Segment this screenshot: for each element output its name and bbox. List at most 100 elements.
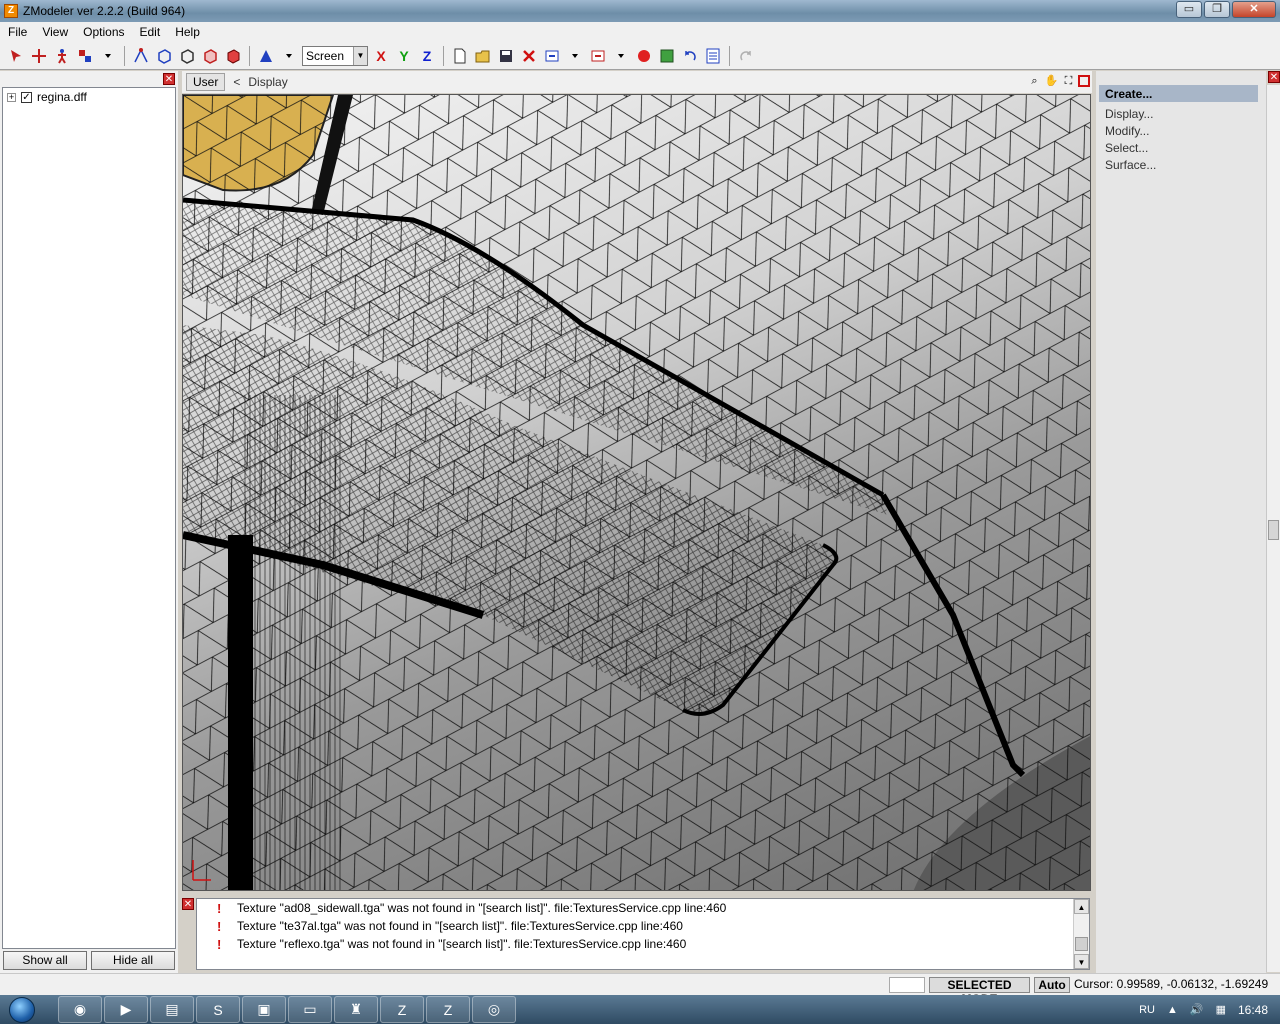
menu-edit[interactable]: Edit — [132, 25, 168, 39]
select-tool-icon[interactable] — [6, 46, 26, 66]
window-app-icon[interactable]: ▣ — [242, 996, 286, 1023]
command-create[interactable]: Create... — [1099, 85, 1258, 102]
dropdown-arrow-icon[interactable] — [279, 46, 299, 66]
render-sphere-icon[interactable] — [634, 46, 654, 66]
dropdown-arrow-icon[interactable] — [611, 46, 631, 66]
folder-icon[interactable]: ▤ — [150, 996, 194, 1023]
axis-x-toggle[interactable]: X — [371, 46, 391, 66]
scene-tree: + ✓ regina.dff — [2, 87, 176, 949]
scroll-down-icon[interactable]: ▼ — [1074, 954, 1089, 969]
warning-icon: ! — [217, 936, 222, 952]
axis-z-toggle[interactable]: Z — [417, 46, 437, 66]
menu-help[interactable]: Help — [167, 25, 207, 39]
pan-hand-icon[interactable]: ✋ — [1044, 74, 1059, 89]
utility-app-icon[interactable]: ♜ — [334, 996, 378, 1023]
viewport-title: Display — [248, 75, 288, 89]
status-bar: SELECTED MODE Auto Cursor: 0.99589, -0.0… — [0, 973, 1280, 1006]
delete-icon[interactable] — [519, 46, 539, 66]
maximize-viewport-icon[interactable]: ⛶ — [1061, 74, 1076, 89]
3d-viewport[interactable] — [182, 94, 1091, 891]
vertex-mode-icon[interactable] — [131, 46, 151, 66]
export-icon[interactable] — [588, 46, 608, 66]
move-tool-icon[interactable] — [29, 46, 49, 66]
tree-item-label: regina.dff — [37, 90, 87, 104]
volume-icon[interactable]: 🔊 — [1190, 1003, 1204, 1016]
close-button[interactable]: ✕ — [1232, 1, 1276, 18]
command-select[interactable]: Select... — [1096, 139, 1266, 156]
import-icon[interactable] — [542, 46, 562, 66]
monitor-app-icon[interactable]: ▭ — [288, 996, 332, 1023]
coordinate-system-select[interactable]: Screen ▼ — [302, 45, 368, 66]
zmodeler-task-icon-2[interactable]: Z — [426, 996, 470, 1023]
cube-blue-icon[interactable] — [154, 46, 174, 66]
new-file-icon[interactable] — [450, 46, 470, 66]
material-editor-icon[interactable] — [657, 46, 677, 66]
figure-tool-icon[interactable] — [52, 46, 72, 66]
main-toolbar: Screen ▼ X Y Z — [0, 42, 1280, 70]
skype-icon[interactable]: S — [196, 996, 240, 1023]
toolbar-separator — [729, 45, 730, 66]
scroll-up-icon[interactable]: ▲ — [1074, 899, 1089, 914]
open-file-icon[interactable] — [473, 46, 493, 66]
command-surface[interactable]: Surface... — [1096, 156, 1266, 173]
cube-red-icon[interactable] — [200, 46, 220, 66]
firefox-icon[interactable]: ◉ — [58, 996, 102, 1023]
menu-file[interactable]: File — [0, 25, 34, 39]
maximize-button[interactable]: ❐ — [1204, 1, 1230, 18]
menu-view[interactable]: View — [34, 25, 75, 39]
right-scrollbar[interactable] — [1266, 85, 1280, 972]
system-tray: RU ▲ 🔊 ▦ 16:48 — [1139, 995, 1280, 1024]
dropdown-arrow-icon[interactable] — [565, 46, 585, 66]
zoom-icon[interactable]: ⌕ — [1027, 74, 1042, 89]
cube-outline-icon[interactable] — [177, 46, 197, 66]
viewport-header: User < Display ⌕ ✋ ⛶ — [182, 71, 1092, 93]
visibility-checkbox[interactable]: ✓ — [21, 91, 32, 103]
windows-logo-icon — [9, 996, 35, 1023]
log-message: Texture "te37al.tga" was not found in "[… — [237, 919, 683, 933]
tree-item[interactable]: + ✓ regina.dff — [3, 88, 175, 106]
chevron-down-icon[interactable]: ▼ — [353, 46, 367, 65]
save-icon[interactable] — [496, 46, 516, 66]
hierarchy-tool-icon[interactable] — [75, 46, 95, 66]
zmodeler-task-icon[interactable]: Z — [380, 996, 424, 1023]
log-scrollbar[interactable]: ▲ ▼ — [1073, 899, 1089, 969]
expand-icon[interactable]: + — [7, 92, 16, 102]
dropdown-arrow-icon[interactable] — [98, 46, 118, 66]
hide-all-button[interactable]: Hide all — [91, 951, 175, 970]
network-icon[interactable]: ▦ — [1216, 1003, 1226, 1016]
scene-tree-panel: ✕ + ✓ regina.dff Show all Hide all — [0, 71, 178, 973]
scrollbar-thumb[interactable] — [1075, 937, 1088, 951]
scrollbar-thumb[interactable] — [1268, 520, 1279, 540]
cube-solid-icon[interactable] — [223, 46, 243, 66]
back-arrow[interactable]: < — [233, 75, 240, 89]
redo-icon[interactable] — [736, 46, 756, 66]
pivot-tool-icon[interactable] — [256, 46, 276, 66]
minimize-button[interactable]: ▭ — [1176, 1, 1202, 18]
menu-options[interactable]: Options — [75, 25, 131, 39]
show-all-button[interactable]: Show all — [3, 951, 87, 970]
properties-icon[interactable] — [703, 46, 723, 66]
start-button[interactable] — [0, 995, 44, 1024]
toolbar-separator — [124, 45, 125, 66]
message-log: ! Texture "ad08_sidewall.tga" was not fo… — [196, 898, 1090, 970]
command-display[interactable]: Display... — [1096, 105, 1266, 122]
close-panel-icon[interactable]: ✕ — [163, 73, 175, 85]
tray-expand-icon[interactable]: ▲ — [1167, 1004, 1178, 1016]
command-panel: ✕ Create... Display... Modify... Select.… — [1096, 71, 1280, 973]
vertical-fan — [243, 395, 343, 890]
close-log-icon[interactable]: ✕ — [182, 898, 194, 910]
selected-mode-toggle[interactable]: SELECTED MODE — [929, 977, 1030, 1006]
window-title: ZModeler ver 2.2.2 (Build 964) — [23, 4, 186, 18]
language-indicator[interactable]: RU — [1139, 1004, 1155, 1016]
media-player-icon[interactable]: ▶ — [104, 996, 148, 1023]
viewport-tab-user[interactable]: User — [186, 73, 226, 91]
close-panel-icon[interactable]: ✕ — [1268, 71, 1280, 83]
axis-y-toggle[interactable]: Y — [394, 46, 414, 66]
auto-toggle[interactable]: Auto — [1034, 977, 1070, 993]
warning-icon: ! — [217, 900, 222, 916]
close-viewport-icon[interactable] — [1078, 75, 1090, 87]
network-app-icon[interactable]: ◎ — [472, 996, 516, 1023]
clock[interactable]: 16:48 — [1238, 1003, 1268, 1017]
command-modify[interactable]: Modify... — [1096, 122, 1266, 139]
undo-icon[interactable] — [680, 46, 700, 66]
